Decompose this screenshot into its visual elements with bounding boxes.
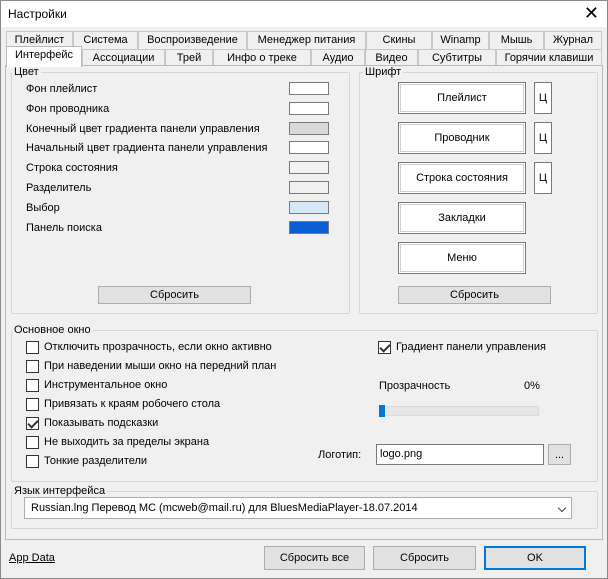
color-label-selection: Выбор [26,202,60,214]
language-legend: Язык интерфейса [12,485,108,497]
reset-button[interactable]: Сбросить [373,546,476,570]
interface-panel: Цвет Фон плейлист Фон проводника Конечны… [5,65,603,540]
control-panel-gradient-label: Градиент панели управления [396,341,546,353]
tab-log[interactable]: Журнал [544,31,602,49]
font-button-menu[interactable]: Меню [398,242,526,274]
color-swatch-gradient-end[interactable] [289,122,329,135]
settings-window: Настройки ✕ Плейлист Система Воспроизвед… [0,0,608,579]
bring-to-front-label: При наведении мыши окно на передний план [44,360,277,372]
tool-window-checkbox[interactable] [26,379,39,392]
logo-input[interactable]: logo.png [376,444,544,465]
tab-power-manager[interactable]: Менеджер питания [247,31,366,49]
keep-on-screen-checkbox[interactable] [26,436,39,449]
chevron-down-icon [557,503,567,513]
font-reset-button[interactable]: Сбросить [398,286,551,304]
tab-interface[interactable]: Интерфейс [6,46,82,67]
color-swatch-explorer-bg[interactable] [289,102,329,115]
tab-skins[interactable]: Скины [366,31,432,49]
color-label-gradient-start: Начальный цвет градиента панели управлен… [26,142,268,154]
transparency-slider-track[interactable] [379,406,539,416]
color-swatch-separator[interactable] [289,181,329,194]
color-swatch-playlist-bg[interactable] [289,82,329,95]
disable-transparency-label: Отключить прозрачность, если окно активн… [44,341,272,353]
thin-separators-label: Тонкие разделители [44,455,148,467]
transparency-slider-thumb[interactable] [379,405,385,417]
disable-transparency-checkbox[interactable] [26,341,39,354]
main-window-legend: Основное окно [12,324,93,336]
tool-window-label: Инструментальное окно [44,379,168,391]
close-icon[interactable]: ✕ [584,3,599,23]
color-reset-button[interactable]: Сбросить [98,286,251,304]
color-swatch-selection[interactable] [289,201,329,214]
app-data-link[interactable]: App Data [9,552,55,564]
transparency-value: 0% [524,380,540,392]
snap-edges-label: Привязать к краям робочего стола [44,398,221,410]
reset-all-button[interactable]: Сбросить все [264,546,365,570]
color-group-legend: Цвет [12,66,41,78]
show-tooltips-checkbox[interactable] [26,417,39,430]
transparency-label: Прозрачность [379,380,451,392]
font-color-button-status-bar[interactable]: Ц [534,162,552,194]
color-label-separator: Разделитель [26,182,92,194]
color-label-status-bar: Строка состояния [26,162,118,174]
tab-mouse[interactable]: Мышь [489,31,544,49]
tab-playback[interactable]: Воспроизведение [138,31,247,49]
tab-system[interactable]: Система [73,31,138,49]
font-button-playlist[interactable]: Плейлист [398,82,526,114]
title-bar: Настройки ✕ [1,1,607,27]
control-panel-gradient-checkbox[interactable] [378,341,391,354]
color-swatch-status-bar[interactable] [289,161,329,174]
color-label-explorer-bg: Фон проводника [26,103,110,115]
font-button-status-bar[interactable]: Строка состояния [398,162,526,194]
color-swatch-search-panel[interactable] [289,221,329,234]
snap-edges-checkbox[interactable] [26,398,39,411]
window-title: Настройки [8,7,67,21]
font-button-bookmarks[interactable]: Закладки [398,202,526,234]
bring-to-front-checkbox[interactable] [26,360,39,373]
tab-winamp[interactable]: Winamp [432,31,489,49]
keep-on-screen-label: Не выходить за пределы экрана [44,436,210,448]
thin-separators-checkbox[interactable] [26,455,39,468]
font-button-explorer[interactable]: Проводник [398,122,526,154]
font-color-button-explorer[interactable]: Ц [534,122,552,154]
font-group-legend: Шрифт [363,66,404,78]
color-label-search-panel: Панель поиска [26,222,102,234]
color-label-gradient-end: Конечный цвет градиента панели управлени… [26,123,260,135]
color-label-playlist-bg: Фон плейлист [26,83,98,95]
color-swatch-gradient-start[interactable] [289,141,329,154]
logo-browse-button[interactable]: ... [548,444,571,465]
language-select-value: Russian.lng Перевод MC (mcweb@mail.ru) д… [31,502,418,514]
show-tooltips-label: Показывать подсказки [44,417,159,429]
ok-button[interactable]: OK [484,546,586,570]
logo-label: Логотип: [318,449,362,461]
font-color-button-playlist[interactable]: Ц [534,82,552,114]
language-select[interactable]: Russian.lng Перевод MC (mcweb@mail.ru) д… [24,497,572,519]
